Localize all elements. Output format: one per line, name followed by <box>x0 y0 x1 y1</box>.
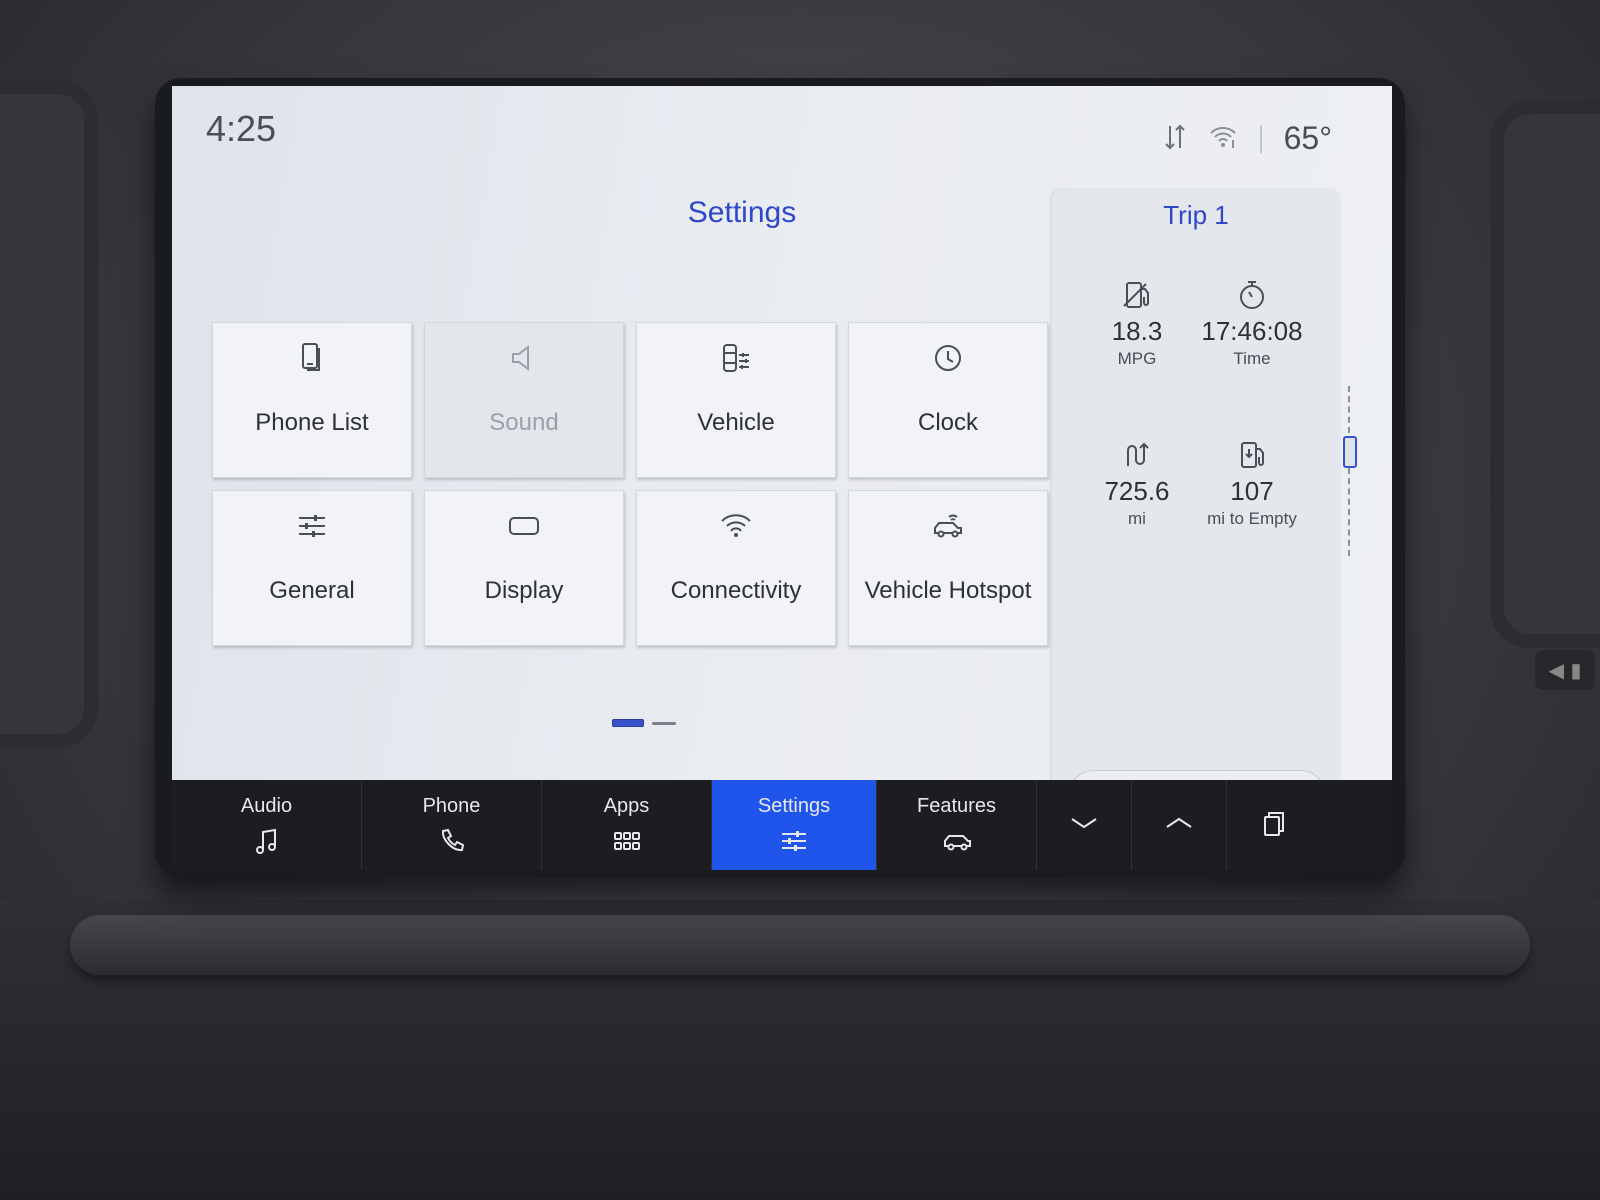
range-value: 107 <box>1230 476 1274 506</box>
bottom-nav: Audio Phone Apps Settings Features <box>172 780 1392 870</box>
tile-phone-list[interactable]: Phone List <box>212 322 412 478</box>
trip-panel: Trip 1 18.3 MPG 17:46:08 Time 725.6 mi 1… <box>1052 190 1340 830</box>
trip-range-stat: 107 mi to Empty <box>1187 438 1317 529</box>
stopwatch-icon <box>1235 278 1269 312</box>
chevron-down-button[interactable] <box>1037 780 1132 870</box>
tile-display[interactable]: Display <box>424 490 624 646</box>
stacked-windows-icon <box>1259 807 1291 843</box>
music-note-icon <box>252 826 282 856</box>
chevron-down-icon <box>1068 807 1100 843</box>
clock-icon <box>931 341 965 375</box>
nav-phone-label: Phone <box>422 794 481 817</box>
vehicle-settings-icon <box>719 341 753 375</box>
tile-label: Display <box>484 577 564 604</box>
mpg-unit: MPG <box>1117 349 1157 368</box>
speaker-icon <box>507 341 541 375</box>
vehicle-hotspot-icon <box>931 509 965 543</box>
page-dot[interactable] <box>652 721 676 725</box>
range-unit: mi to Empty <box>1207 509 1297 528</box>
right-air-vent <box>1490 100 1600 648</box>
tile-vehicle[interactable]: Vehicle <box>636 322 836 478</box>
wifi-icon <box>719 509 753 543</box>
page-dot-active[interactable] <box>612 719 644 727</box>
wifi-signal-icon <box>1208 124 1238 154</box>
nav-features[interactable]: Features <box>877 780 1037 870</box>
fuel-economy-icon <box>1120 278 1154 312</box>
data-transfer-icon <box>1164 122 1186 156</box>
settings-grid: Phone List Sound Vehicle Clock General D… <box>212 322 1048 646</box>
phone-handset-icon <box>437 826 467 856</box>
nav-phone[interactable]: Phone <box>362 780 542 870</box>
tile-sound[interactable]: Sound <box>424 322 624 478</box>
trip-distance-stat: 725.6 mi <box>1072 438 1202 529</box>
tile-label: General <box>269 577 355 604</box>
tile-label: Vehicle Hotspot <box>864 577 1032 604</box>
nav-features-label: Features <box>917 794 996 817</box>
nav-audio[interactable]: Audio <box>172 780 362 870</box>
distance-icon <box>1120 438 1154 472</box>
sliders-icon <box>295 509 329 543</box>
outside-temperature: 65° <box>1283 120 1332 156</box>
infotainment-screen: 4:25 65° Settings Phone List Sound Vehic… <box>172 86 1392 846</box>
tile-label: Vehicle <box>697 409 775 436</box>
tile-general[interactable]: General <box>212 490 412 646</box>
tile-label: Clock <box>917 409 978 436</box>
trip-time-stat: 17:46:08 Time <box>1187 278 1317 369</box>
mpg-value: 18.3 <box>1111 316 1163 346</box>
nav-apps[interactable]: Apps <box>542 780 712 870</box>
tile-label: Phone List <box>255 409 369 436</box>
display-icon <box>507 509 541 543</box>
time-unit: Time <box>1233 349 1271 368</box>
tile-label: Sound <box>489 409 559 436</box>
nav-apps-label: Apps <box>603 794 650 817</box>
vent-control-tab: ◀ ▮ <box>1535 650 1595 690</box>
phone-list-icon <box>295 341 329 375</box>
trip-mpg-stat: 18.3 MPG <box>1072 278 1202 369</box>
nav-audio-label: Audio <box>240 794 293 817</box>
tile-label: Connectivity <box>670 577 802 604</box>
car-icon <box>942 826 972 856</box>
trip-title: Trip 1 <box>1163 200 1229 230</box>
time-value: 17:46:08 <box>1201 316 1303 346</box>
chevron-up-button[interactable] <box>1132 780 1227 870</box>
windows-button[interactable] <box>1227 780 1322 870</box>
page-title: Settings <box>687 196 797 229</box>
page-indicator <box>612 719 676 727</box>
apps-grid-icon <box>612 826 642 856</box>
chevron-up-icon <box>1163 807 1195 843</box>
settings-sliders-icon <box>779 826 809 856</box>
distance-unit: mi <box>1128 509 1146 528</box>
tile-connectivity[interactable]: Connectivity <box>636 490 836 646</box>
fuel-range-icon <box>1235 438 1269 472</box>
nav-settings[interactable]: Settings <box>712 780 877 870</box>
trip-scrollbar[interactable] <box>1348 386 1354 556</box>
status-clock: 4:25 <box>206 108 277 149</box>
tile-clock[interactable]: Clock <box>848 322 1048 478</box>
distance-value: 725.6 <box>1104 476 1170 506</box>
trip-scroll-thumb[interactable] <box>1343 436 1357 468</box>
left-air-vent <box>0 80 98 748</box>
status-bar-right: 65° <box>1164 120 1332 157</box>
nav-settings-label: Settings <box>757 794 831 817</box>
status-divider <box>1259 124 1262 153</box>
dashboard-ridge <box>70 915 1530 975</box>
tile-vehicle-hotspot[interactable]: Vehicle Hotspot <box>848 490 1048 646</box>
